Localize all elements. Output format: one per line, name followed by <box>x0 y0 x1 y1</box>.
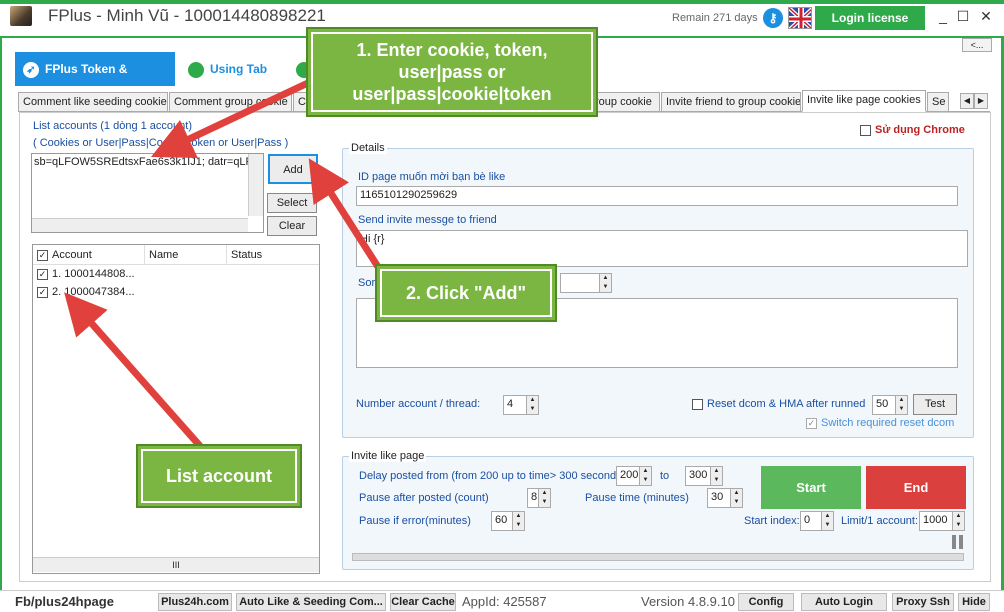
app-id: AppId: 425587 <box>462 594 547 609</box>
arrow-step1 <box>151 78 312 159</box>
fb-page-link[interactable]: Fb/plus24hpage <box>15 594 114 609</box>
callout-step2: 2. Click "Add" <box>375 264 557 322</box>
status-bar: Fb/plus24hpage Plus24h.com Auto Like & S… <box>0 590 1004 612</box>
proxy-ssh-button[interactable]: Proxy Ssh <box>892 593 954 611</box>
clear-cache-button[interactable]: Clear Cache <box>390 593 456 611</box>
version-text: Version 4.8.9.10 <box>641 594 735 609</box>
config-button[interactable]: Config <box>738 593 794 611</box>
auto-like-seeding-button[interactable]: Auto Like & Seeding Com... <box>236 593 386 611</box>
callout-step1: 1. Enter cookie, token, user|pass or use… <box>306 27 598 117</box>
callout-step1-text: 1. Enter cookie, token, user|pass or use… <box>352 40 552 104</box>
arrow-step2 <box>308 158 383 272</box>
auto-login-button[interactable]: Auto Login <box>801 593 887 611</box>
plus24h-link[interactable]: Plus24h.com <box>158 593 232 611</box>
callout-list-text: List account <box>165 466 272 486</box>
callout-step2-text: 2. Click "Add" <box>405 283 527 303</box>
callout-list: List account <box>136 444 302 508</box>
hide-button[interactable]: Hide <box>958 593 990 611</box>
arrow-list <box>64 292 203 449</box>
